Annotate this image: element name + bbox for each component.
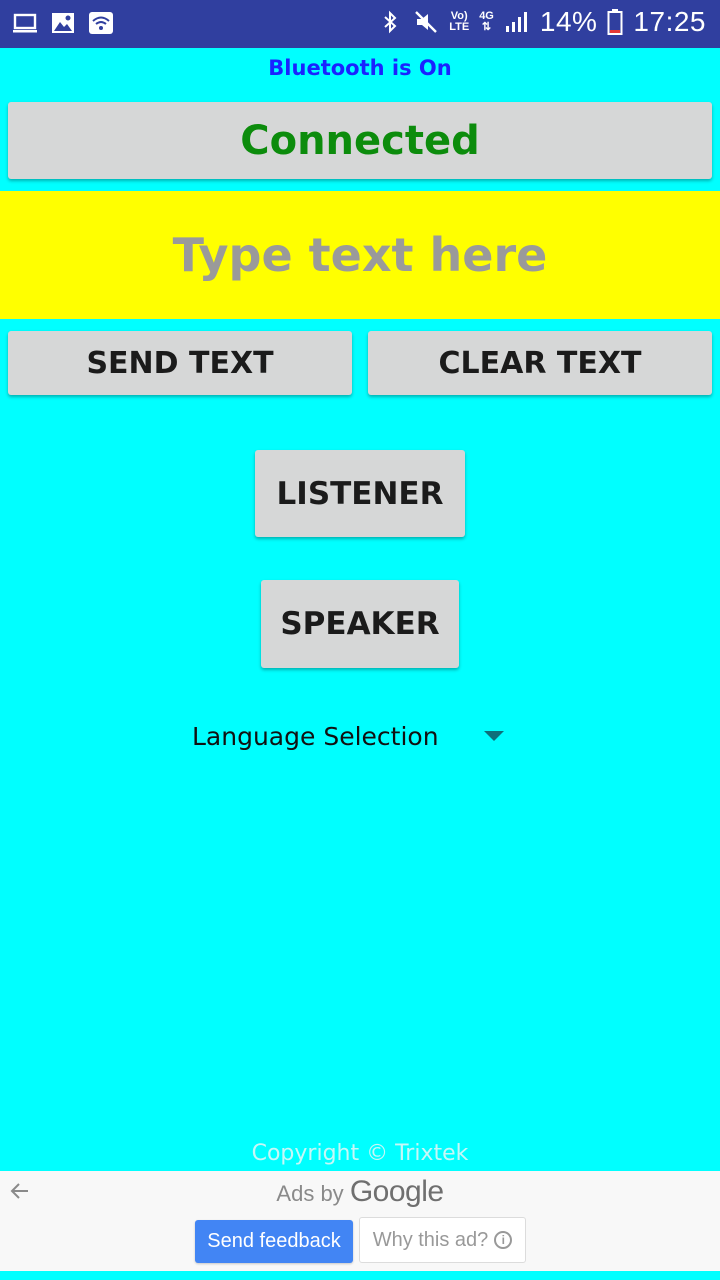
send-text-button[interactable]: SEND TEXT — [8, 331, 352, 395]
bluetooth-icon — [384, 10, 397, 34]
language-selection-dropdown[interactable]: Language Selection — [192, 712, 512, 760]
ads-by-google: Ads by Google — [0, 1175, 720, 1209]
system-icons: Vo) LTE 4G ⇅ 14% 17:25 — [377, 6, 706, 38]
language-selection-label: Language Selection — [192, 721, 439, 751]
mute-icon — [415, 11, 438, 33]
connection-button[interactable]: Connected — [8, 102, 712, 179]
bottom-strip — [0, 1271, 720, 1280]
dropdown-arrow-icon — [484, 731, 504, 741]
status-bar: Vo) LTE 4G ⇅ 14% 17:25 — [0, 0, 720, 48]
image-icon — [52, 13, 74, 33]
ad-banner: Ads by Google Send feedback Why this ad?… — [0, 1171, 720, 1271]
why-this-ad-label: Why this ad? — [372, 1228, 489, 1251]
why-this-ad-button[interactable]: Why this ad? i — [359, 1217, 526, 1263]
send-feedback-button[interactable]: Send feedback — [195, 1220, 353, 1263]
clock: 17:25 — [633, 6, 706, 37]
copyright-label: Copyright © Trixtek — [251, 1141, 469, 1166]
notification-icons — [12, 10, 114, 36]
wifi-icon — [89, 12, 113, 34]
volte-indicator: Vo) LTE — [449, 10, 470, 33]
laptop-icon — [13, 13, 37, 33]
bluetooth-status-label: Bluetooth is On — [268, 56, 452, 80]
info-icon: i — [494, 1231, 513, 1249]
speaker-button[interactable]: SPEAKER — [261, 580, 459, 668]
battery-percent: 14% — [539, 6, 598, 37]
ads-by-label: Ads by — [276, 1181, 344, 1206]
clear-text-button[interactable]: CLEAR TEXT — [368, 331, 712, 395]
network-type: 4G ⇅ — [479, 10, 494, 33]
listener-button[interactable]: LISTENER — [255, 450, 465, 537]
data-arrows-icon: ⇅ — [481, 21, 492, 33]
google-logo: Google — [349, 1175, 444, 1208]
text-input-field[interactable] — [0, 191, 720, 319]
battery-icon — [607, 9, 623, 35]
signal-icon — [505, 12, 527, 32]
